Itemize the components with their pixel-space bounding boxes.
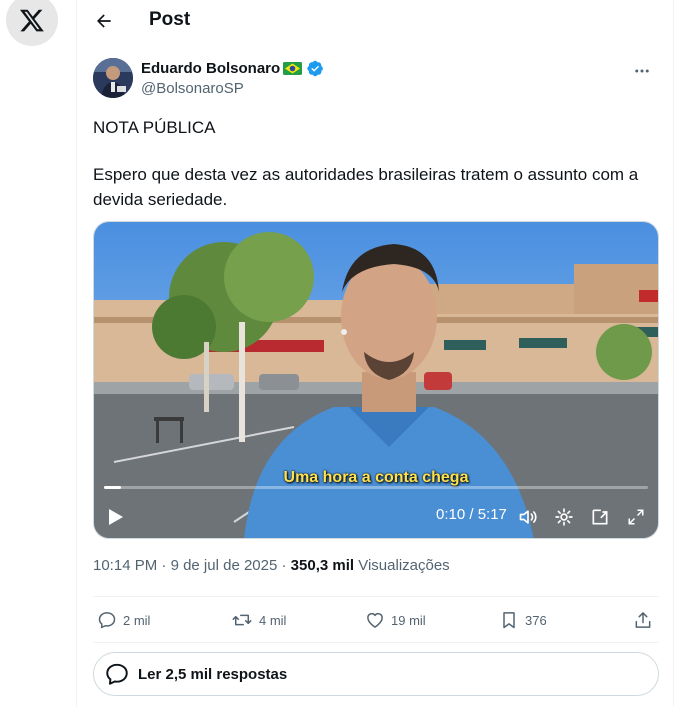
- tweet-paragraph-body: Espero que desta vez as autoridades bras…: [93, 165, 639, 209]
- read-replies-button[interactable]: Ler 2,5 mil respostas: [93, 652, 659, 696]
- like-button[interactable]: 19 mil: [365, 604, 426, 636]
- video-progress-bar[interactable]: [104, 486, 648, 489]
- bookmark-count: 376: [525, 612, 547, 628]
- page-title: Post: [149, 9, 191, 30]
- x-logo-icon[interactable]: [6, 0, 58, 46]
- settings-gear-icon[interactable]: [550, 504, 578, 530]
- picture-in-picture-icon[interactable]: [586, 504, 614, 530]
- more-options-icon[interactable]: [629, 58, 655, 84]
- author-handle[interactable]: @BolsonaroSP: [141, 80, 244, 97]
- repost-button[interactable]: 4 mil: [231, 604, 286, 636]
- verified-badge-icon[interactable]: [307, 60, 324, 77]
- share-icon: [635, 612, 651, 628]
- play-icon[interactable]: [102, 504, 130, 530]
- read-replies-label: Ler 2,5 mil respostas: [138, 665, 288, 683]
- brazil-flag-icon: [283, 62, 303, 75]
- reply-count: 2 mil: [123, 612, 151, 628]
- volume-icon[interactable]: [514, 504, 542, 530]
- video-subtitle: Uma hora a conta chega: [283, 469, 469, 486]
- tweet-text: NOTA PÚBLICA Espero que desta vez as aut…: [93, 115, 659, 212]
- video-frame: [94, 222, 658, 538]
- fullscreen-icon[interactable]: [622, 504, 650, 530]
- author-name[interactable]: Eduardo Bolsonaro: [141, 60, 324, 77]
- video-controls: 0:10 / 5:17: [94, 494, 658, 538]
- left-rail: [0, 0, 76, 707]
- reply-icon: [98, 612, 116, 629]
- views-count: 350,3 mil: [290, 557, 355, 574]
- author-block: Eduardo Bolsonaro @BolsonaroSP: [93, 58, 659, 102]
- video-player[interactable]: Uma hora a conta chega 0:10 / 5:17: [93, 221, 659, 539]
- action-bar: 2 mil 4 mil 19 mil 376: [93, 604, 659, 636]
- repost-count: 4 mil: [259, 612, 287, 628]
- views-label: Visualizações: [358, 557, 450, 574]
- avatar[interactable]: [93, 58, 133, 98]
- speech-bubble-icon: [106, 663, 128, 685]
- divider: [93, 642, 659, 643]
- tweet-paragraph-heading: NOTA PÚBLICA: [93, 118, 216, 137]
- post-time[interactable]: 10:14 PM: [93, 557, 157, 574]
- divider: [93, 596, 659, 597]
- video-time: 0:10 / 5:17: [436, 506, 507, 523]
- post-meta: 10:14 PM · 9 de jul de 2025 · 350,3 mil …: [93, 557, 450, 574]
- bookmark-button[interactable]: 376: [499, 604, 547, 636]
- heart-icon: [367, 613, 383, 628]
- post-date[interactable]: 9 de jul de 2025: [171, 557, 278, 574]
- back-arrow-icon[interactable]: [91, 8, 117, 34]
- video-progress-fill: [104, 486, 122, 489]
- main-column: Post Eduardo Bolsonaro @BolsonaroSP NOTA…: [76, 0, 674, 707]
- like-count: 19 mil: [391, 612, 426, 628]
- share-button[interactable]: [633, 604, 653, 636]
- page-header: Post: [77, 0, 675, 42]
- author-name-text: Eduardo Bolsonaro: [141, 60, 281, 77]
- bookmark-icon: [503, 612, 515, 629]
- repost-icon: [232, 614, 252, 626]
- reply-button[interactable]: 2 mil: [97, 604, 150, 636]
